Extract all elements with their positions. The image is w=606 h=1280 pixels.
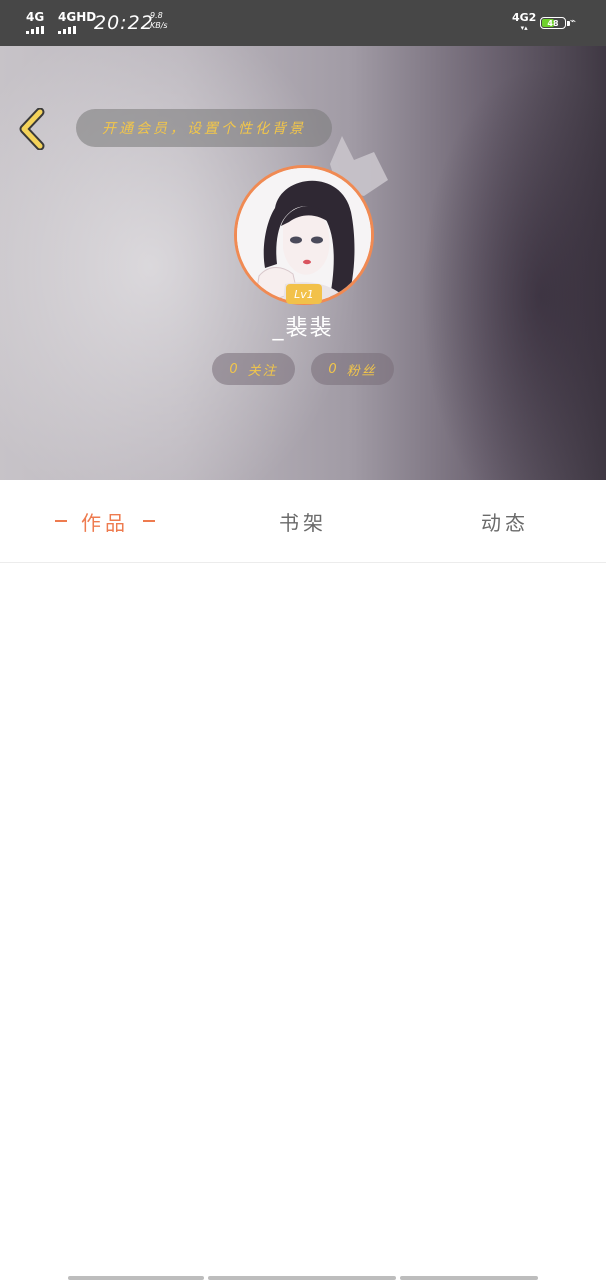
tab-works[interactable]: 作品 [30,480,180,562]
status-bar: 4G 4GHD 20:22 9.8 KB/s 4G2 ▾▴ 48 ⌁ [0,0,606,46]
profile-tabs: 作品 书架 动态 [0,480,606,563]
signal-4g-2: 4GHD [58,11,96,34]
vip-background-banner[interactable]: 开通会员，设置个性化背景 [76,109,332,147]
data-arrows-icon: ▾▴ [520,24,528,32]
avatar-illustration [237,168,371,302]
tab-bookshelf[interactable]: 书架 [240,480,366,562]
level-badge: Lv1 [286,284,322,304]
charging-plug-icon: ⌁ [570,16,577,27]
clock: 20:22 [94,12,154,34]
tab-content-area [0,563,606,1263]
tab-works-label: 作品 [81,510,129,535]
fans-label: 粉丝 [346,363,377,379]
back-arrow-icon [19,108,45,150]
tab-bookshelf-label: 书架 [279,510,327,535]
mobile-data-indicator: 4G2 ▾▴ [512,12,536,34]
bottom-scroll-bar [68,1276,204,1280]
battery-icon: 48 [540,17,566,29]
back-button[interactable] [12,104,52,154]
signal-4g-1: 4G [26,11,44,34]
fans-button[interactable]: 0 粉丝 [311,353,394,385]
signal-bars-icon [26,26,44,34]
following-button[interactable]: 0 关注 [212,353,295,385]
speed-value: 9.8 [150,11,163,20]
tab-activity[interactable]: 动态 [442,480,568,562]
bottom-scroll-bar [208,1276,396,1280]
active-dash-left [55,520,67,522]
bottom-scroll-bar [400,1276,538,1280]
username: _裴裴 [272,316,334,341]
battery-level: 48 [547,18,559,28]
tab-activity-label: 动态 [481,510,529,535]
following-count: 0 [229,361,240,377]
network-label-1: 4G [26,10,45,24]
active-dash-right [143,520,155,522]
following-label: 关注 [247,363,278,379]
network-speed: 9.8 KB/s [150,11,168,31]
speed-unit: KB/s [150,21,168,30]
signal-bars-icon [58,26,96,34]
network-label-2: 4GHD [58,10,97,24]
fans-count: 0 [328,361,339,377]
